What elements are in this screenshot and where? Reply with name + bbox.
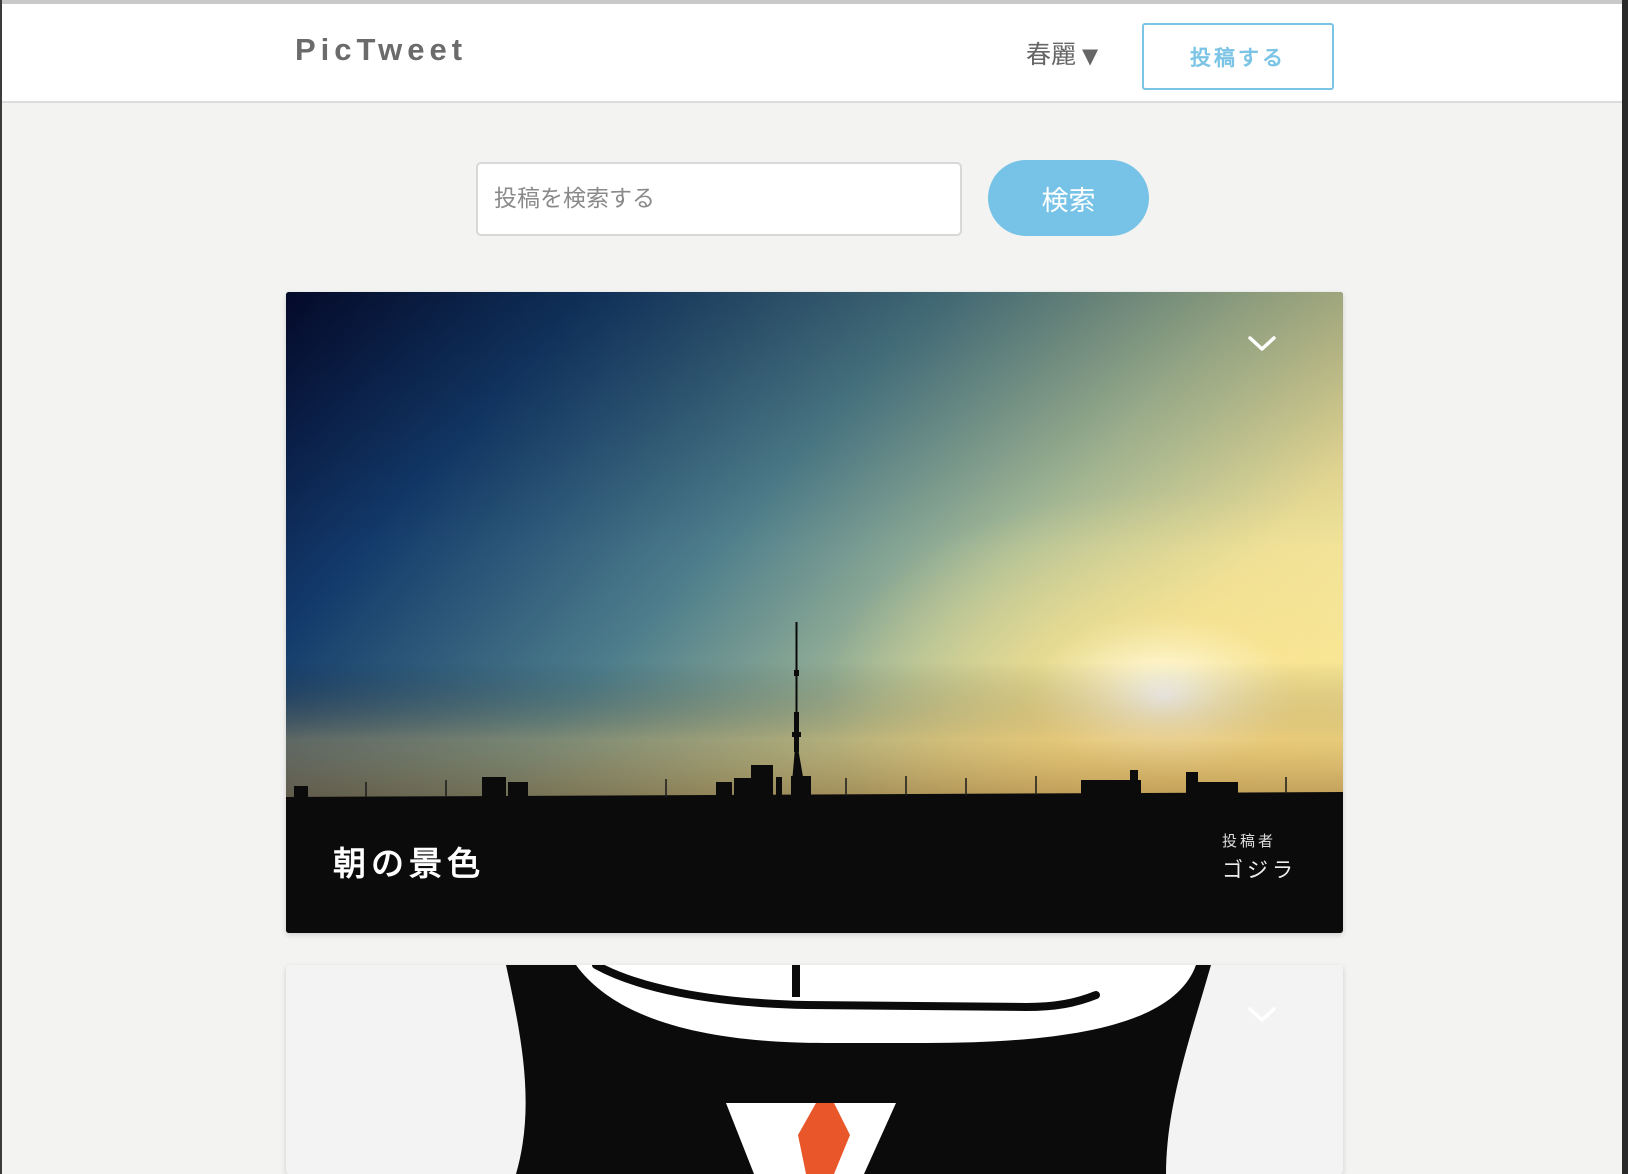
site-logo[interactable]: PicTweet — [295, 32, 467, 68]
post-title: 朝の景色 — [333, 844, 485, 883]
window-edge — [1622, 0, 1628, 1174]
user-name: 春麗 — [1026, 40, 1077, 69]
chevron-down-icon[interactable] — [1244, 1003, 1280, 1027]
post-card[interactable] — [286, 965, 1343, 1174]
caret-down-icon: ▼ — [1082, 44, 1099, 68]
author-name[interactable]: ゴジラ — [1222, 854, 1297, 884]
new-post-button[interactable]: 投稿する — [1142, 23, 1334, 90]
post-image-penguin — [506, 965, 1211, 1174]
search-button[interactable]: 検索 — [988, 160, 1149, 236]
post-card[interactable]: 朝の景色 投稿者 ゴジラ — [286, 292, 1343, 933]
chevron-down-icon[interactable] — [1244, 332, 1280, 356]
user-menu[interactable]: 春麗 ▼ — [1026, 35, 1098, 71]
search-input[interactable] — [476, 162, 962, 236]
site-header: PicTweet 春麗 ▼ 投稿する — [2, 0, 1622, 103]
author-label: 投稿者 — [1222, 832, 1277, 850]
